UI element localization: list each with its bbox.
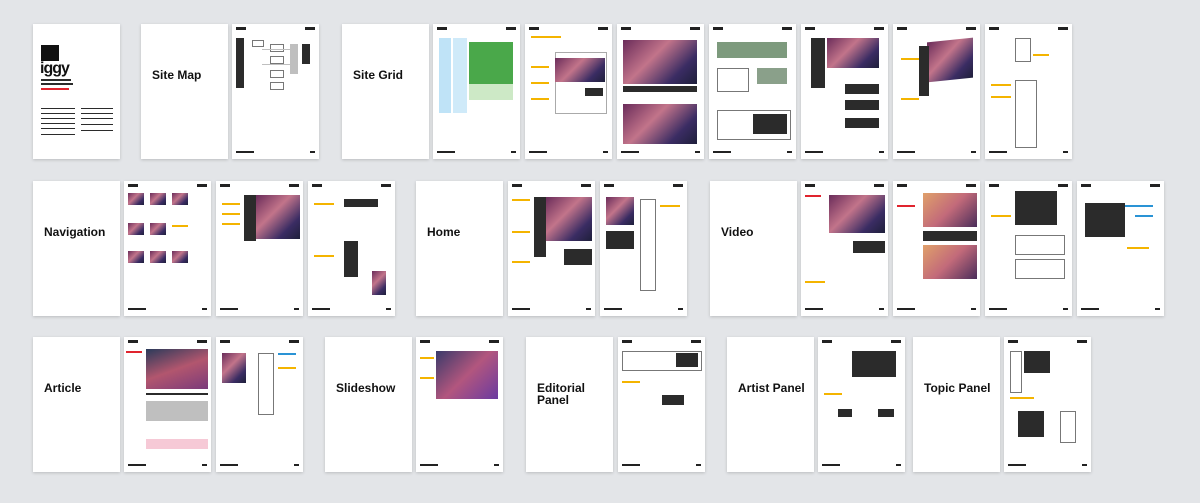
section-topic-panel: Topic Panel bbox=[913, 337, 1000, 472]
mtv-logo bbox=[41, 45, 59, 61]
section-site-map: Site Map bbox=[141, 24, 228, 159]
page-site-grid-1 bbox=[433, 24, 520, 159]
page-site-grid-5 bbox=[801, 24, 888, 159]
page-video-2 bbox=[893, 181, 980, 316]
page-site-grid-7 bbox=[985, 24, 1072, 159]
section-navigation: Navigation bbox=[33, 181, 120, 316]
section-article: Article bbox=[33, 337, 120, 472]
page-video-4 bbox=[1077, 181, 1164, 316]
section-artist-panel: Artist Panel bbox=[727, 337, 814, 472]
section-title: Home bbox=[427, 225, 461, 239]
section-title: Navigation bbox=[44, 225, 106, 239]
page-site-grid-2 bbox=[525, 24, 612, 159]
page-slideshow-1 bbox=[416, 337, 503, 472]
page-navigation-2 bbox=[216, 181, 303, 316]
section-title: Slideshow bbox=[336, 381, 396, 395]
section-editorial-panel: Editorial Panel bbox=[526, 337, 613, 472]
section-video: Video bbox=[710, 181, 797, 316]
page-article-2 bbox=[216, 337, 303, 472]
page-artist-panel-1 bbox=[818, 337, 905, 472]
section-title: Site Grid bbox=[353, 68, 404, 82]
page-navigation-3 bbox=[308, 181, 395, 316]
section-title: Article bbox=[44, 381, 82, 395]
page-home-2 bbox=[600, 181, 687, 316]
section-site-grid: Site Grid bbox=[342, 24, 429, 159]
page-video-3 bbox=[985, 181, 1072, 316]
cover-logo: iggy bbox=[40, 60, 70, 77]
section-title: Editorial Panel bbox=[537, 381, 586, 407]
section-title: Artist Panel bbox=[738, 381, 805, 395]
page-video-1 bbox=[801, 181, 888, 316]
page-navigation-1 bbox=[124, 181, 211, 316]
page-home-1 bbox=[508, 181, 595, 316]
section-slideshow: Slideshow bbox=[325, 337, 412, 472]
page-site-grid-4 bbox=[709, 24, 796, 159]
page-site-grid-6 bbox=[893, 24, 980, 159]
page-article-1 bbox=[124, 337, 211, 472]
section-home: Home bbox=[416, 181, 503, 316]
page-editorial-panel-1 bbox=[618, 337, 705, 472]
section-title: Topic Panel bbox=[924, 381, 991, 395]
page-topic-panel-1 bbox=[1004, 337, 1091, 472]
page-site-grid-3 bbox=[617, 24, 704, 159]
section-title: Site Map bbox=[152, 68, 202, 82]
section-title: Video bbox=[721, 225, 754, 239]
cover-page: iggy bbox=[33, 24, 120, 159]
page-site-map-diagram bbox=[232, 24, 319, 159]
